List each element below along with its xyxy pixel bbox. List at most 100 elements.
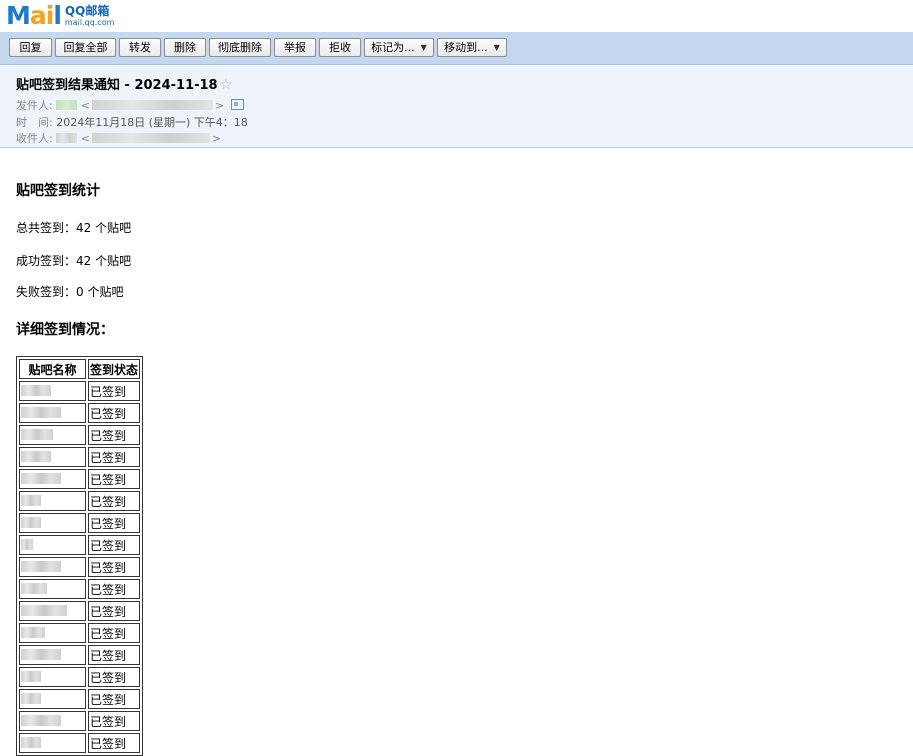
signin-status-cell: 已签到 (88, 491, 140, 511)
forum-name-cell (19, 711, 86, 731)
signin-status-cell: 已签到 (88, 557, 140, 577)
recipient-email-redacted[interactable] (91, 133, 210, 143)
stats-heading: 贴吧签到统计 (16, 183, 100, 199)
star-icon[interactable]: ☆ (220, 77, 233, 93)
time-row: 时 间: 2024年11月18日 (星期一) 下午4：18 (16, 114, 248, 130)
recipient-row: 收件人: < > (16, 130, 221, 146)
permanent-delete-button[interactable]: 彻底删除 (209, 38, 271, 57)
forum-name-cell (19, 381, 86, 401)
table-row: 已签到 (19, 381, 140, 401)
forum-name-cell (19, 623, 86, 643)
table-row: 已签到 (19, 601, 140, 621)
chevron-down-icon: ▼ (420, 43, 427, 52)
table-row: 已签到 (19, 491, 140, 511)
recipient-label: 收件人: (16, 132, 53, 145)
forum-name-cell (19, 733, 86, 753)
sender-name-redacted[interactable] (56, 100, 78, 110)
total-signin: 总共签到：42 个贴吧 (16, 221, 132, 235)
forum-name-cell (19, 689, 86, 709)
forum-name-cell (19, 667, 86, 687)
chevron-down-icon: ▼ (493, 43, 500, 52)
sender-lt: < (80, 99, 90, 112)
sender-row: 发件人: < > (16, 97, 244, 113)
forum-name-redacted (21, 517, 41, 528)
recipient-lt: < (80, 132, 90, 145)
forum-name-cell (19, 513, 86, 533)
signin-detail-table: 贴吧名称 签到状态 已签到 已签到 已签到 已签到 已签到 已签到 已签到 已签到 已签到 已签到… (16, 356, 143, 756)
forum-name-cell (19, 601, 86, 621)
signin-status-cell: 已签到 (88, 623, 140, 643)
signin-status-cell: 已签到 (88, 535, 140, 555)
forum-name-cell (19, 447, 86, 467)
time-label: 时 间: (16, 116, 53, 129)
forum-name-redacted (21, 407, 61, 418)
mark-as-label: 标记为... (371, 41, 415, 54)
signin-status-cell: 已签到 (88, 689, 140, 709)
table-row: 已签到 (19, 645, 140, 665)
forum-name-cell (19, 645, 86, 665)
recipient-gt: > (211, 132, 222, 145)
failed-signin: 失败签到：0 个贴吧 (16, 285, 124, 299)
forum-name-redacted (21, 473, 61, 484)
forum-name-redacted (21, 649, 61, 660)
subject-text: 贴吧签到结果通知 - 2024-11-18 (16, 78, 218, 93)
success-signin: 成功签到：42 个贴吧 (16, 254, 132, 268)
signin-status-cell: 已签到 (88, 403, 140, 423)
reject-button[interactable]: 拒收 (319, 38, 361, 57)
signin-status-cell: 已签到 (88, 667, 140, 687)
logo-bar: Mail QQ邮箱 mail.qq.com (0, 0, 913, 32)
signin-status-cell: 已签到 (88, 601, 140, 621)
forum-name-cell (19, 535, 86, 555)
add-contact-icon[interactable] (230, 99, 244, 110)
table-row: 已签到 (19, 447, 140, 467)
forum-name-redacted (21, 671, 41, 682)
report-button[interactable]: 举报 (274, 38, 316, 57)
signin-status-cell: 已签到 (88, 513, 140, 533)
signin-status-cell: 已签到 (88, 425, 140, 445)
logo-wordmark: Mail (6, 1, 62, 30)
forum-name-redacted (21, 495, 41, 506)
recipient-name-redacted[interactable] (56, 133, 78, 143)
mail-subject: 贴吧签到结果通知 - 2024-11-18 ☆ (16, 74, 232, 93)
signin-status-cell: 已签到 (88, 645, 140, 665)
table-row: 已签到 (19, 689, 140, 709)
logo-subtitle: QQ邮箱 mail.qq.com (64, 4, 115, 28)
mark-as-dropdown[interactable]: 标记为... ▼ (364, 38, 434, 57)
qq-mail-logo[interactable]: Mail QQ邮箱 mail.qq.com (6, 3, 114, 29)
table-header-row: 贴吧名称 签到状态 (19, 359, 140, 379)
forum-name-redacted (21, 583, 47, 594)
table-row: 已签到 (19, 513, 140, 533)
forum-name-redacted (21, 605, 67, 616)
table-row: 已签到 (19, 403, 140, 423)
signin-status-cell: 已签到 (88, 381, 140, 401)
mail-header: 贴吧签到结果通知 - 2024-11-18 ☆ 发件人: < > 时 间: 2024… (0, 65, 913, 148)
table-body: 已签到 已签到 已签到 已签到 已签到 已签到 已签到 已签到 已签到 已签到 已签到 已签到 已签到已… (19, 381, 140, 753)
signin-status-cell: 已签到 (88, 579, 140, 599)
move-to-label: 移动到... (444, 41, 488, 54)
move-to-dropdown[interactable]: 移动到... ▼ (437, 38, 507, 57)
reply-button[interactable]: 回复 (9, 38, 52, 57)
forum-name-redacted (21, 561, 61, 572)
forum-name-cell (19, 469, 86, 489)
forum-name-redacted (21, 429, 53, 440)
sender-email-redacted[interactable] (91, 100, 213, 110)
forum-name-redacted (21, 715, 61, 726)
sender-gt: > (214, 99, 225, 112)
forum-name-redacted (21, 693, 41, 704)
table-row: 已签到 (19, 711, 140, 731)
detail-heading: 详细签到情况： (16, 322, 114, 338)
forum-name-redacted (21, 737, 41, 748)
signin-status-cell: 已签到 (88, 447, 140, 467)
forward-button[interactable]: 转发 (119, 38, 161, 57)
delete-button[interactable]: 删除 (164, 38, 206, 57)
forum-name-cell (19, 425, 86, 445)
table-row: 已签到 (19, 535, 140, 555)
forum-name-redacted (21, 627, 45, 638)
mail-toolbar: 回复 回复全部 转发 删除 彻底删除 举报 拒收 标记为... ▼ 移动到... ▼ (0, 32, 913, 65)
forum-name-cell (19, 557, 86, 577)
reply-all-button[interactable]: 回复全部 (55, 38, 116, 57)
table-row: 已签到 (19, 667, 140, 687)
table-row: 已签到 (19, 733, 140, 753)
signin-status-cell: 已签到 (88, 469, 140, 489)
forum-name-cell (19, 579, 86, 599)
